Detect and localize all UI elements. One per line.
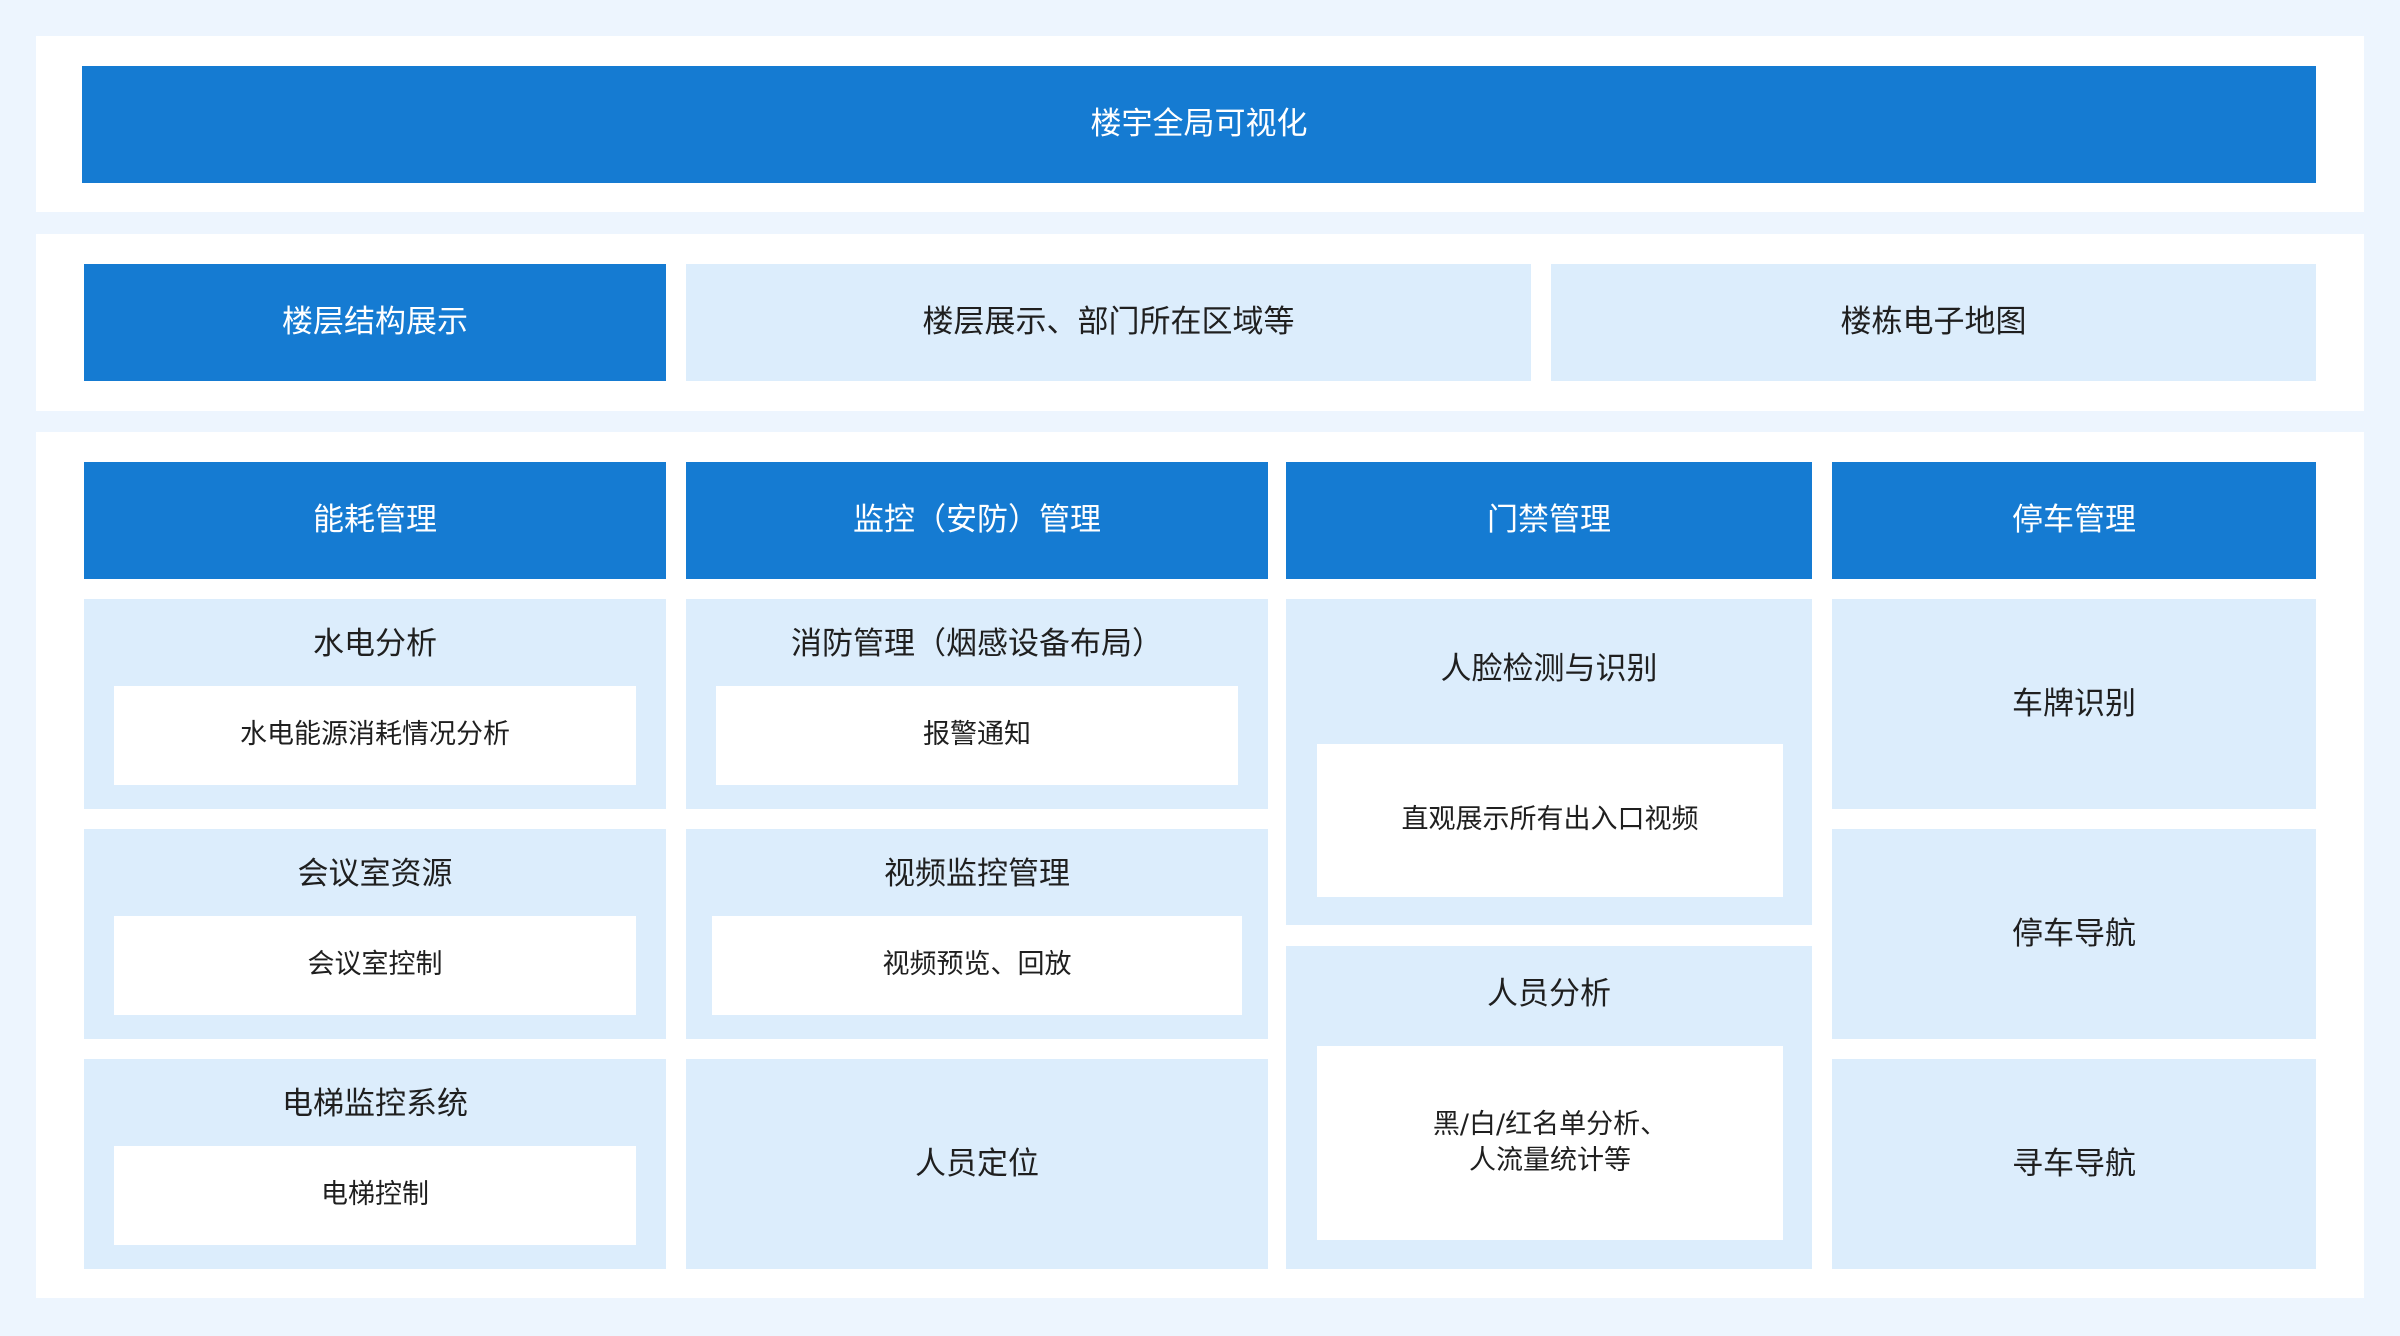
- elevator-monitoring-cell: 电梯监控系统 电梯控制: [84, 1059, 666, 1269]
- cell-title: 人员分析: [1487, 976, 1611, 1012]
- parking-navigation-cell: 停车导航: [1832, 829, 2316, 1039]
- energy-management-header: 能耗管理: [84, 462, 666, 579]
- cell-title: 水电分析: [313, 626, 437, 662]
- face-recognition-cell: 人脸检测与识别 直观展示所有出入口视频: [1286, 599, 1812, 925]
- global-visualization-banner: 楼宇全局可视化: [82, 66, 2316, 183]
- cell-detail: 报警通知: [716, 686, 1238, 785]
- fire-management-cell: 消防管理（烟感设备布局） 报警通知: [686, 599, 1268, 809]
- floor-structure-title: 楼层结构展示: [84, 264, 666, 381]
- floor-display-item: 楼层展示、部门所在区域等: [686, 264, 1531, 381]
- building-map-item: 楼栋电子地图: [1551, 264, 2316, 381]
- parking-management-header: 停车管理: [1832, 462, 2316, 579]
- video-monitoring-cell: 视频监控管理 视频预览、回放: [686, 829, 1268, 1039]
- cell-detail: 水电能源消耗情况分析: [114, 686, 636, 785]
- cell-title: 视频监控管理: [884, 856, 1070, 892]
- cell-title: 电梯监控系统: [282, 1086, 468, 1122]
- meeting-room-resource-cell: 会议室资源 会议室控制: [84, 829, 666, 1039]
- cell-detail: 直观展示所有出入口视频: [1317, 744, 1783, 897]
- cell-title: 人脸检测与识别: [1440, 651, 1658, 687]
- cell-title: 会议室资源: [297, 856, 453, 892]
- detail-line-2: 人流量统计等: [1469, 1145, 1631, 1176]
- cell-detail: 电梯控制: [114, 1146, 636, 1245]
- security-management-header: 监控（安防）管理: [686, 462, 1268, 579]
- car-finding-navigation-cell: 寻车导航: [1832, 1059, 2316, 1269]
- license-plate-recognition-cell: 车牌识别: [1832, 599, 2316, 809]
- cell-title: 消防管理（烟感设备布局）: [791, 626, 1163, 662]
- personnel-positioning-cell: 人员定位: [686, 1059, 1268, 1269]
- access-control-header: 门禁管理: [1286, 462, 1812, 579]
- cell-detail: 视频预览、回放: [712, 916, 1242, 1015]
- personnel-analysis-cell: 人员分析 黑/白/红名单分析、 人流量统计等: [1286, 946, 1812, 1269]
- water-electric-analysis-cell: 水电分析 水电能源消耗情况分析: [84, 599, 666, 809]
- cell-detail: 会议室控制: [114, 916, 636, 1015]
- detail-line-1: 黑/白/红名单分析、: [1432, 1108, 1668, 1140]
- cell-detail: 黑/白/红名单分析、 人流量统计等: [1317, 1046, 1783, 1240]
